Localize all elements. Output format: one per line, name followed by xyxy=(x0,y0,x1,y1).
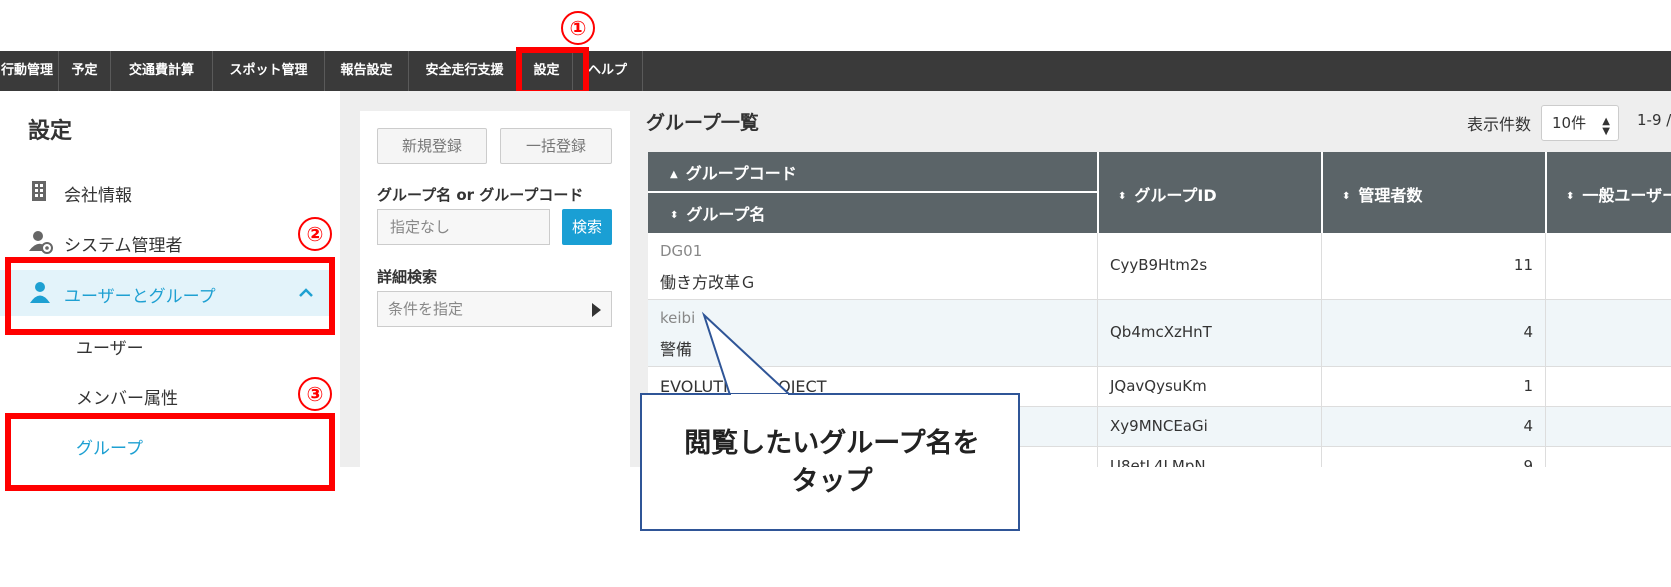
cell-admins: 11 xyxy=(1322,233,1546,299)
sidebar-item-company[interactable]: 会社情報 xyxy=(0,169,330,215)
group-id: Xy9MNCEaGi xyxy=(1110,417,1208,435)
cell-group-id: CyyB9Htm2s xyxy=(1098,233,1322,299)
instruction-bubble: 閲覧したいグループ名を タップ xyxy=(640,393,1020,531)
caret-right-icon xyxy=(592,303,601,317)
detail-search-placeholder: 条件を指定 xyxy=(388,300,464,318)
column-label: グループ名 xyxy=(686,205,766,224)
page-size-select[interactable]: 10件 ▲ ▼ xyxy=(1541,105,1619,141)
nav-item-schedule[interactable]: 予定 xyxy=(59,51,111,91)
cell-group-id: Xy9MNCEaGi xyxy=(1098,407,1322,446)
sort-asc-icon: ▲ xyxy=(670,169,678,180)
nav-item-spot[interactable]: スポット管理 xyxy=(213,51,325,91)
sort-arrows-icon: ▲ ▼ xyxy=(1602,116,1610,137)
header-divider xyxy=(648,191,1098,193)
cell-code-name: keibi 警備 xyxy=(648,300,1098,366)
top-nav: 行動管理 予定 交通費計算 スポット管理 報告設定 安全走行支援 設定 ヘルプ xyxy=(0,51,1671,91)
column-header-name[interactable]: ⬍ グループ名 xyxy=(670,201,765,225)
search-panel xyxy=(360,111,630,467)
callout-box-groups xyxy=(5,413,335,491)
group-code: DG01 xyxy=(660,242,703,260)
column-divider xyxy=(1097,152,1099,233)
sort-icon: ⬍ xyxy=(1566,191,1575,202)
cell-admins: 4 xyxy=(1322,300,1546,366)
search-input[interactable]: 指定なし xyxy=(377,209,550,245)
column-divider xyxy=(1545,152,1547,233)
nav-item-safety[interactable]: 安全走行支援 xyxy=(409,51,521,91)
page-size-label: 表示件数 xyxy=(1467,115,1532,134)
group-id: Qb4mcXzHnT xyxy=(1110,323,1212,341)
table-row[interactable]: DG01 働き方改革Ｇ CyyB9Htm2s 11 xyxy=(648,233,1671,300)
cell-group-id: Qb4mcXzHnT xyxy=(1098,300,1322,366)
sort-icon: ⬍ xyxy=(1118,191,1127,202)
cell-admins: 4 xyxy=(1322,407,1546,446)
column-divider xyxy=(1321,152,1323,233)
sort-icon: ⬍ xyxy=(670,210,679,221)
group-id: CyyB9Htm2s xyxy=(1110,256,1208,274)
admin-count: 11 xyxy=(1513,256,1533,274)
column-header-admins[interactable]: ⬍ 管理者数 xyxy=(1342,182,1422,206)
cell-group-id: U8etL4LMpN xyxy=(1098,447,1322,467)
bubble-text: 閲覧したいグループ名を タップ xyxy=(642,425,1022,501)
detail-search-select[interactable]: 条件を指定 xyxy=(377,291,612,327)
group-id: U8etL4LMpN xyxy=(1110,457,1206,467)
detail-search-label: 詳細検索 xyxy=(377,268,438,286)
callout-box-settings xyxy=(516,47,589,96)
admin-count: 1 xyxy=(1523,377,1533,395)
sidebar-subitem-member-attributes[interactable]: メンバー属性 xyxy=(76,384,178,409)
bubble-seam xyxy=(731,394,788,397)
cell-admins: 1 xyxy=(1322,367,1546,406)
group-name[interactable]: 働き方改革Ｇ xyxy=(660,269,756,293)
admin-count: 4 xyxy=(1523,323,1533,341)
column-label: 管理者数 xyxy=(1358,186,1423,205)
callout-box-users-groups xyxy=(5,257,335,335)
table-row[interactable]: keibi 警備 Qb4mcXzHnT 4 xyxy=(648,300,1671,367)
column-label: グループID xyxy=(1134,186,1217,205)
cell-admins: 9 xyxy=(1322,447,1546,467)
column-label: グループコード xyxy=(685,164,797,183)
callout-marker-2: ② xyxy=(298,217,332,251)
column-label: 一般ユーザー xyxy=(1582,186,1671,205)
nav-item-transport[interactable]: 交通費計算 xyxy=(111,51,213,91)
nav-item-report[interactable]: 報告設定 xyxy=(325,51,409,91)
column-header-general-users[interactable]: ⬍ 一般ユーザー xyxy=(1566,182,1671,206)
admin-count: 9 xyxy=(1523,457,1533,467)
building-icon xyxy=(28,179,52,203)
search-button[interactable]: 検索 xyxy=(562,209,612,245)
group-code: keibi xyxy=(660,309,696,327)
sort-icon: ⬍ xyxy=(1342,191,1351,202)
screen: 行動管理 予定 交通費計算 スポット管理 報告設定 安全走行支援 設定 ヘルプ … xyxy=(0,0,1671,587)
column-header-group-id[interactable]: ⬍ グループID xyxy=(1118,182,1217,206)
new-register-button[interactable]: 新規登録 xyxy=(377,128,487,164)
bulk-register-button[interactable]: 一括登録 xyxy=(500,128,612,164)
group-name[interactable]: 警備 xyxy=(660,336,692,360)
column-header-code[interactable]: ▲ グループコード xyxy=(670,160,797,184)
bubble-line-2: タップ xyxy=(791,466,873,497)
table-header: ▲ グループコード ⬍ グループ名 ⬍ グループID ⬍ 管理者数 ⬍ 一般ユーザー xyxy=(648,152,1671,233)
sidebar-title: 設定 xyxy=(28,119,73,144)
admin-gear-icon xyxy=(28,229,53,254)
cell-group-id: JQavQysuKm xyxy=(1098,367,1322,406)
callout-marker-1: ① xyxy=(561,11,595,45)
sidebar-item-label: システム管理者 xyxy=(64,236,183,256)
list-title: グループ一覧 xyxy=(646,112,759,134)
bubble-line-1: 閲覧したいグループ名を xyxy=(684,428,980,459)
search-field-label: グループ名 or グループコード xyxy=(377,186,584,204)
sidebar-subitem-users[interactable]: ユーザー xyxy=(76,334,144,359)
sidebar-item-label: 会社情報 xyxy=(64,186,132,206)
nav-item-activity[interactable]: 行動管理 xyxy=(0,51,59,91)
callout-marker-3: ③ xyxy=(298,377,332,411)
cell-code-name: DG01 働き方改革Ｇ xyxy=(648,233,1098,299)
admin-count: 4 xyxy=(1523,417,1533,435)
page-size-value: 10件 xyxy=(1552,114,1587,132)
group-id: JQavQysuKm xyxy=(1110,377,1207,395)
pagination-range: 1-9 / xyxy=(1637,111,1671,129)
